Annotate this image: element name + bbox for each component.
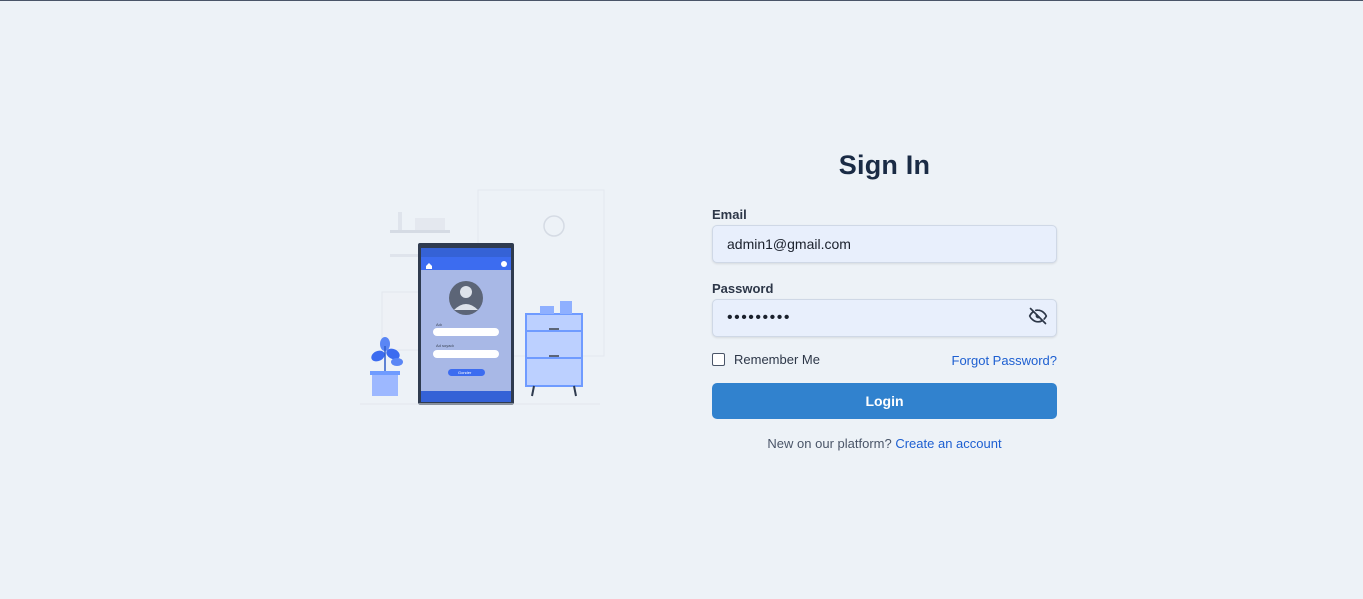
page-title: Sign In <box>838 150 931 180</box>
password-label: Password <box>712 281 774 296</box>
remember-me[interactable]: Remember Me <box>712 352 820 367</box>
create-account-link[interactable]: Create an account <box>895 436 1001 451</box>
remember-me-checkbox[interactable] <box>712 353 725 366</box>
email-input[interactable] <box>712 225 1057 263</box>
login-illustration: Adı Ad soyadı Gonder <box>360 189 605 405</box>
login-button[interactable]: Login <box>712 383 1057 419</box>
phone-surname-label: Ad soyadı <box>436 343 454 348</box>
signup-prompt-text: New on our platform? <box>767 436 892 451</box>
forgot-password-link[interactable]: Forgot Password? <box>952 353 1058 368</box>
toggle-password-visibility-button[interactable] <box>1026 304 1050 328</box>
signup-prompt: New on our platform? Create an account <box>712 436 1057 451</box>
remember-me-label: Remember Me <box>734 352 820 367</box>
eye-off-icon <box>1028 307 1048 325</box>
email-label: Email <box>712 207 747 222</box>
phone-button-label: Gonder <box>458 370 472 375</box>
top-border <box>0 0 1363 1</box>
phone-name-label: Adı <box>436 322 442 327</box>
password-input[interactable] <box>712 299 1057 337</box>
